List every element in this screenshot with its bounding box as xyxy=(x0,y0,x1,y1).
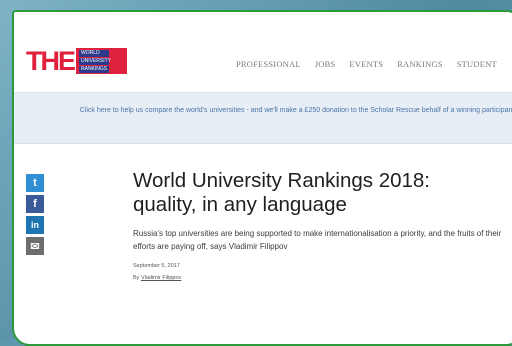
nav-item-events[interactable]: EVENTS xyxy=(349,59,383,69)
email-icon: ✉ xyxy=(30,240,40,253)
twitter-icon: t xyxy=(33,177,37,189)
article-title: World University Rankings 2018: quality,… xyxy=(133,169,512,217)
logo-line-university: UNIVERSITY xyxy=(79,57,112,65)
survey-banner-link[interactable]: Click here to help us compare the world'… xyxy=(34,105,512,117)
article-title-line-2: quality, in any language xyxy=(133,193,347,216)
twitter-share-button[interactable]: t xyxy=(26,174,44,192)
byline-prefix: By xyxy=(133,275,140,281)
nav-item-jobs[interactable]: JOBS xyxy=(315,59,336,69)
article-date: September 5, 2017 xyxy=(133,263,180,269)
logo-wordmark: WORLD UNIVERSITY RANKINGS xyxy=(76,48,127,74)
nav-item-professional[interactable]: PROFESSIONAL xyxy=(236,59,301,69)
article-title-line-1: World University Rankings 2018: xyxy=(133,169,430,192)
social-share-bar: t f in ✉ xyxy=(26,174,44,255)
facebook-share-button[interactable]: f xyxy=(26,195,44,213)
site-logo[interactable]: THE WORLD UNIVERSITY RANKINGS xyxy=(26,46,127,76)
survey-banner: Click here to help us compare the world'… xyxy=(14,92,512,144)
article-standfirst: Russia's top universities are being supp… xyxy=(133,229,502,251)
article-byline: By Vladimir Filippov xyxy=(133,275,512,281)
screenshot-frame: THE WORLD UNIVERSITY RANKINGS PROFESSION… xyxy=(12,10,512,346)
article: World University Rankings 2018: quality,… xyxy=(133,169,512,281)
linkedin-share-button[interactable]: in xyxy=(26,216,44,234)
main-nav: PROFESSIONAL JOBS EVENTS RANKINGS STUDEN… xyxy=(236,59,511,69)
logo-line-world: WORLD xyxy=(79,49,109,57)
author-link[interactable]: Vladimir Filippov xyxy=(141,275,181,281)
nav-item-rankings[interactable]: RANKINGS xyxy=(397,59,443,69)
nav-item-student[interactable]: STUDENT xyxy=(457,59,497,69)
facebook-icon: f xyxy=(33,198,37,210)
linkedin-icon: in xyxy=(31,220,39,230)
site-header: THE WORLD UNIVERSITY RANKINGS PROFESSION… xyxy=(14,12,512,92)
logo-line-rankings: RANKINGS xyxy=(79,65,109,73)
email-share-button[interactable]: ✉ xyxy=(26,237,44,255)
logo-mark: THE xyxy=(26,46,76,76)
